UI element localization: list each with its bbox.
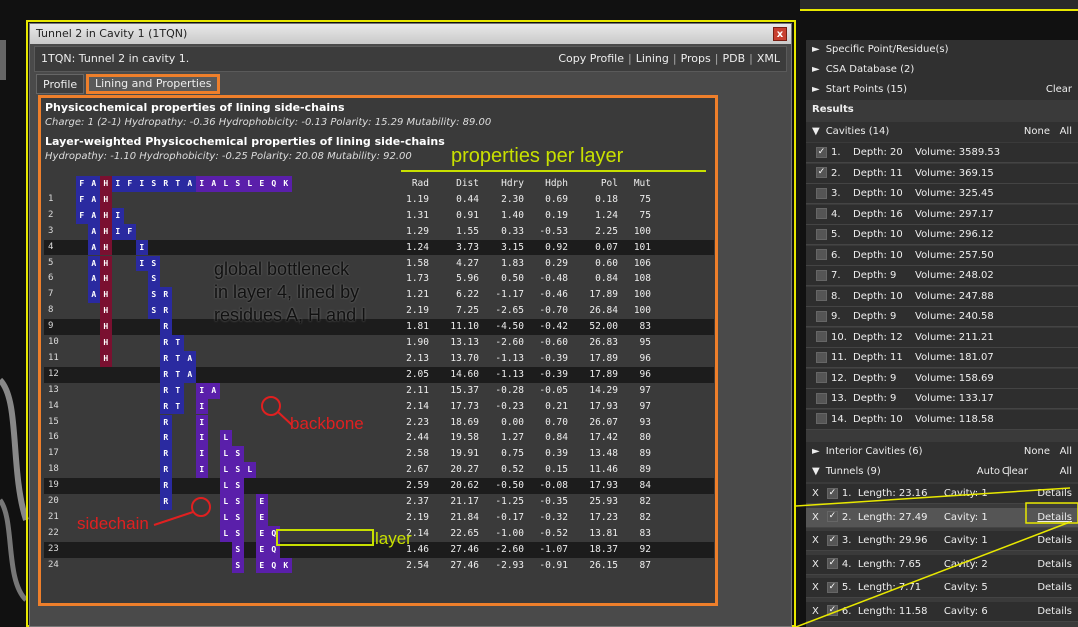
callout-lines: [795, 487, 1078, 627]
app-stage: Tunnel 2 in Cavity 1 (1TQN) x 1TQN: Tunn…: [0, 0, 1078, 627]
